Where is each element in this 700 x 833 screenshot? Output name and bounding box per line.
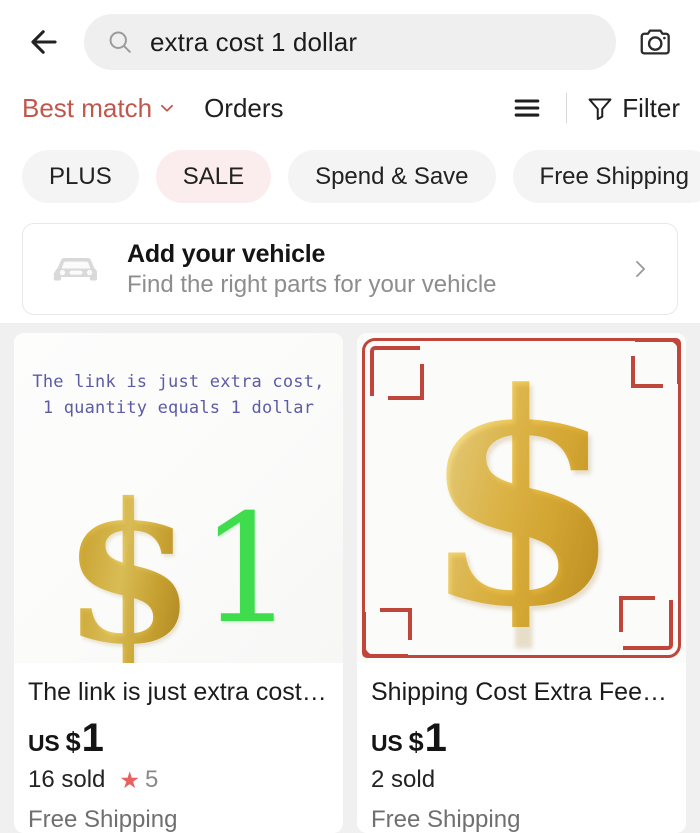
search-input[interactable]: extra cost 1 dollar [84,14,616,70]
product-image: $ [357,333,686,663]
car-icon [53,258,97,281]
product-shipping: Free Shipping [28,806,178,833]
product-card[interactable]: $ Shipping Cost Extra Fee $1 ... US $ 1 … [357,333,686,833]
product-rating: ★ 5 [119,766,158,794]
search-results-screen: extra cost 1 dollar Best match Orders Fi… [0,0,700,833]
sort-orders-label: Orders [204,92,284,123]
sort-bar: Best match Orders Filter [0,82,700,140]
chevron-right-icon [636,260,646,278]
price-currency: US [28,730,60,757]
vehicle-banner-text: Add your vehicle Find the right parts fo… [127,240,605,299]
sort-bar-actions: Filter [500,86,680,130]
product-title: Shipping Cost Extra Fee $1 ... [371,678,672,706]
product-card-body: Shipping Cost Extra Fee $1 ... US $ 1 2 … [357,663,686,833]
chip-sale-label: SALE [182,162,245,190]
product-sold-count: 2 sold [371,766,436,794]
sort-best-match-label: Best match [22,92,153,123]
star-icon: ★ [119,766,141,793]
back-button[interactable] [18,16,70,68]
chip-free-shipping-label: Free Shipping [539,162,689,190]
chevron-down-icon [156,97,178,119]
product-price: US $ 1 [28,718,329,758]
chip-plus[interactable]: PLUS [22,150,139,203]
price-symbol: $ [65,727,81,758]
vehicle-banner-wrapper: Add your vehicle Find the right parts fo… [0,217,700,323]
price-value: 1 [81,716,104,761]
list-view-toggle[interactable] [500,86,554,130]
camera-icon [640,29,670,55]
frame-corner-top-right [635,338,681,384]
price-symbol: $ [408,727,424,758]
frame-corner-bottom-left [362,612,408,658]
product-price: US $ 1 [371,718,672,758]
camera-search-button[interactable] [630,16,682,68]
green-one-glyph: 1 [199,483,296,657]
product-shipping: Free Shipping [371,806,521,833]
back-arrow-icon [31,30,57,54]
product-title: The link is just extra cost, 1... [28,678,329,706]
product-card[interactable]: The link is just extra cost, 1 quantity … [14,333,343,833]
overlay-line-2: 1 quantity equals 1 dollar [42,398,315,419]
list-view-icon [514,99,540,117]
product-card-body: The link is just extra cost, 1... US $ 1… [14,663,343,833]
product-meta: 2 sold [371,766,672,794]
product-sold-count: 16 sold [28,766,106,794]
price-currency: US [371,730,403,757]
chip-spend-and-save[interactable]: Spend & Save [288,150,496,203]
divider [566,93,568,123]
search-header: extra cost 1 dollar [0,0,700,82]
chip-free-shipping[interactable]: Free Shipping [512,150,700,203]
sort-orders[interactable]: Orders [204,93,283,124]
chip-sale[interactable]: SALE [155,150,272,203]
gold-dollar-glyph: $ [61,461,196,663]
vehicle-banner-subtitle: Find the right parts for your vehicle [127,270,497,298]
sort-best-match[interactable]: Best match [22,93,178,124]
product-meta: 16 sold ★ 5 [28,766,329,794]
vehicle-banner-chevron [627,256,657,282]
product-image: The link is just extra cost, 1 quantity … [14,333,343,663]
add-vehicle-banner[interactable]: Add your vehicle Find the right parts fo… [22,223,678,315]
filter-label: Filter [622,92,680,123]
filter-chip-row: PLUS SALE Spend & Save Free Shipping [0,140,700,217]
product-image-overlay-text: The link is just extra cost, 1 quantity … [14,369,343,422]
funnel-filter-icon [588,98,612,120]
rating-value: 5 [145,766,159,794]
gold-dollar-glyph: $ [420,333,623,663]
dollar-illustration: $ 1 [14,439,343,663]
search-query-text: extra cost 1 dollar [150,26,358,57]
chip-spend-and-save-label: Spend & Save [315,162,469,190]
chip-plus-label: PLUS [49,162,112,190]
price-value: 1 [424,716,447,761]
filter-button[interactable]: Filter [585,93,680,124]
vehicle-banner-title: Add your vehicle [127,239,326,268]
search-icon [109,31,131,53]
overlay-line-1: The link is just extra cost, [32,372,325,392]
product-grid: The link is just extra cost, 1 quantity … [0,323,700,833]
